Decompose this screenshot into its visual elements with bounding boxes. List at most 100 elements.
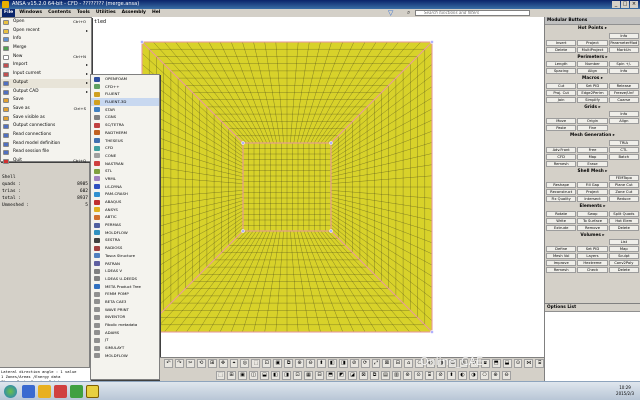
output-item-i-deas-v[interactable]: I-DEAS V bbox=[91, 267, 159, 275]
toolbar-button-icon[interactable]: ✂ bbox=[185, 359, 195, 368]
button-remesh[interactable]: Remesh bbox=[546, 267, 577, 273]
button-split-quads[interactable]: Split Quads bbox=[608, 210, 639, 217]
view-toolbar-button-icon[interactable]: ⬚ bbox=[216, 370, 225, 380]
output-item-pam-crash[interactable]: PAM-CRASH bbox=[91, 190, 159, 198]
view-toolbar-button-icon[interactable]: ⊡ bbox=[293, 370, 302, 380]
button-fill-gap[interactable]: Fill Gap bbox=[577, 182, 608, 188]
button-length[interactable]: Length bbox=[546, 61, 577, 67]
view-toolbar-button-icon[interactable]: ▥ bbox=[392, 370, 401, 380]
filter-triangle-icon[interactable]: ▽ bbox=[388, 9, 393, 17]
button-spin-[interactable]: Spin +/- bbox=[608, 61, 639, 67]
toolbar-button-icon[interactable]: ⊙ bbox=[513, 359, 523, 368]
button-edge2perim[interactable]: Edge2Perim bbox=[577, 89, 608, 96]
close-button[interactable]: × bbox=[630, 1, 638, 8]
output-item-cone[interactable]: CONE bbox=[91, 152, 159, 160]
output-item-ansys[interactable]: ANSYS bbox=[91, 206, 159, 214]
toolbar-button-icon[interactable]: ◨ bbox=[338, 359, 348, 368]
output-item-sestra[interactable]: SESTRA bbox=[91, 236, 159, 244]
button-markun[interactable]: MarkUn bbox=[608, 46, 639, 53]
maximize-button[interactable]: □ bbox=[621, 1, 629, 8]
button-align[interactable]: Align bbox=[608, 118, 639, 124]
button-map[interactable]: Map bbox=[577, 153, 608, 160]
output-item-cgns[interactable]: CGNS bbox=[91, 113, 159, 121]
button-join[interactable]: Join bbox=[546, 96, 577, 103]
button-number[interactable]: Number bbox=[577, 61, 608, 67]
button-freeze-unf[interactable]: Freeze/Unf bbox=[608, 89, 639, 96]
toolbar-button-icon[interactable]: ↷ bbox=[174, 359, 184, 368]
toolbar-button-icon[interactable]: ✜ bbox=[218, 359, 228, 368]
view-toolbar-button-icon[interactable]: ⬍ bbox=[447, 370, 456, 380]
output-item-fluent-3d[interactable]: FLUENT-3D bbox=[91, 98, 159, 106]
file-menu-item-merge[interactable]: Merge bbox=[1, 44, 91, 53]
menu-assembly[interactable]: Assembly bbox=[120, 9, 148, 17]
view-toolbar-button-icon[interactable]: ⊙ bbox=[414, 370, 423, 380]
button-spacing[interactable]: Spacing bbox=[546, 68, 577, 74]
taskbar-app3-icon[interactable] bbox=[70, 385, 83, 398]
file-menu-item-read-connections[interactable]: Read connections bbox=[1, 131, 91, 140]
output-item-stl[interactable]: STL bbox=[91, 167, 159, 175]
file-menu-item-input-current[interactable]: Input current ▸ bbox=[1, 70, 91, 79]
button-mesh-vol[interactable]: Mesh Vol bbox=[546, 253, 577, 259]
toolbar-button-icon[interactable]: ⊞ bbox=[207, 359, 217, 368]
button-delete[interactable]: Delete bbox=[608, 224, 639, 231]
taskbar-folder-icon[interactable] bbox=[38, 385, 51, 398]
output-item-meta-product-tree[interactable]: META Product Tree bbox=[91, 283, 159, 291]
toolbar-button-icon[interactable]: ⟳ bbox=[360, 359, 370, 368]
button-align[interactable]: Align bbox=[577, 68, 608, 74]
output-item-cfd-[interactable]: CFD++ bbox=[91, 83, 159, 91]
view-toolbar-button-icon[interactable]: ◐ bbox=[458, 370, 467, 380]
output-item-ls-dyna[interactable]: LS-DYNA bbox=[91, 183, 159, 191]
output-item-inventor[interactable]: INVENTOR bbox=[91, 313, 159, 321]
view-toolbar-button-icon[interactable]: ◫ bbox=[249, 370, 258, 380]
button-zone-cut[interactable]: Zone Cut bbox=[608, 189, 639, 195]
output-item-wave-print[interactable]: WAVE PRINT bbox=[91, 306, 159, 314]
toolbar-button-icon[interactable]: ⊘ bbox=[349, 359, 359, 368]
file-menu-item-read-session-file[interactable]: Read session file bbox=[1, 148, 91, 157]
button-move[interactable]: Move bbox=[546, 118, 577, 124]
view-toolbar-button-icon[interactable]: ⎔ bbox=[480, 370, 489, 380]
toolbar-button-icon[interactable]: ◎ bbox=[240, 359, 250, 368]
button-fix-quality[interactable]: Fix Quality bbox=[546, 196, 577, 202]
file-menu-item-open-recent[interactable]: Open recent ▸ bbox=[1, 27, 91, 36]
view-toolbar-button-icon[interactable]: ▣ bbox=[238, 370, 247, 380]
toolbar-button-icon[interactable]: ◧ bbox=[327, 359, 337, 368]
output-item-theseus[interactable]: THESEUS bbox=[91, 137, 159, 145]
button-plane-cut[interactable]: Plane Cut bbox=[608, 182, 639, 188]
output-item-simulayt[interactable]: SIMULAYT bbox=[91, 344, 159, 352]
button-insert[interactable]: Insert bbox=[546, 39, 577, 46]
button-release[interactable]: Release bbox=[608, 82, 639, 89]
toolbar-button-icon[interactable]: ⋈ bbox=[524, 359, 534, 368]
view-toolbar-button-icon[interactable]: ⊘ bbox=[436, 370, 445, 380]
button-cfd[interactable]: CFD bbox=[546, 153, 577, 160]
view-toolbar-button-icon[interactable]: ◨ bbox=[282, 370, 291, 380]
output-item-femm-pomp[interactable]: FEMM POMP bbox=[91, 290, 159, 298]
view-toolbar-button-icon[interactable]: ▤ bbox=[381, 370, 390, 380]
button-paste[interactable]: Paste bbox=[546, 125, 577, 131]
start-button-icon[interactable] bbox=[4, 385, 17, 398]
button-check[interactable]: Check bbox=[577, 267, 608, 273]
toolbar-button-icon[interactable]: ⌂ bbox=[404, 359, 414, 368]
button-delete[interactable]: Delete bbox=[546, 46, 577, 53]
view-toolbar-button-icon[interactable]: ⊞ bbox=[227, 370, 236, 380]
toolbar-button-icon[interactable]: ↶ bbox=[164, 359, 173, 368]
button-free[interactable]: Free bbox=[577, 146, 608, 153]
button-set-pid[interactable]: Set PID bbox=[577, 82, 608, 89]
toolbar-button-icon[interactable]: ⊠ bbox=[382, 359, 392, 368]
button-project[interactable]: Project bbox=[577, 39, 608, 46]
toolbar-button-icon[interactable]: ▣ bbox=[273, 359, 283, 368]
view-toolbar-button-icon[interactable]: ⊟ bbox=[315, 370, 324, 380]
view-toolbar-button-icon[interactable]: ▦ bbox=[304, 370, 313, 380]
output-item-nastran[interactable]: NASTRAN bbox=[91, 160, 159, 168]
view-toolbar-button-icon[interactable]: ⌸ bbox=[425, 370, 434, 380]
button-list[interactable]: List bbox=[608, 239, 639, 245]
button-reduce[interactable]: Reduce bbox=[608, 196, 639, 202]
toolbar-button-icon[interactable]: ⟲ bbox=[196, 359, 206, 368]
button-to-surface[interactable]: To Surface bbox=[577, 217, 608, 224]
toolbar-button-icon[interactable]: ⌸ bbox=[535, 359, 545, 368]
file-menu-item-save-visible-as[interactable]: Save visible as bbox=[1, 114, 91, 123]
file-menu-item-quit[interactable]: Quit Ctrl+Q bbox=[1, 157, 91, 166]
view-toolbar-button-icon[interactable]: ⬓ bbox=[260, 370, 269, 380]
file-menu-item-output[interactable]: Output ▸ bbox=[1, 78, 91, 88]
output-item-jt[interactable]: JT bbox=[91, 336, 159, 344]
file-menu-item-info[interactable]: Info bbox=[1, 35, 91, 44]
